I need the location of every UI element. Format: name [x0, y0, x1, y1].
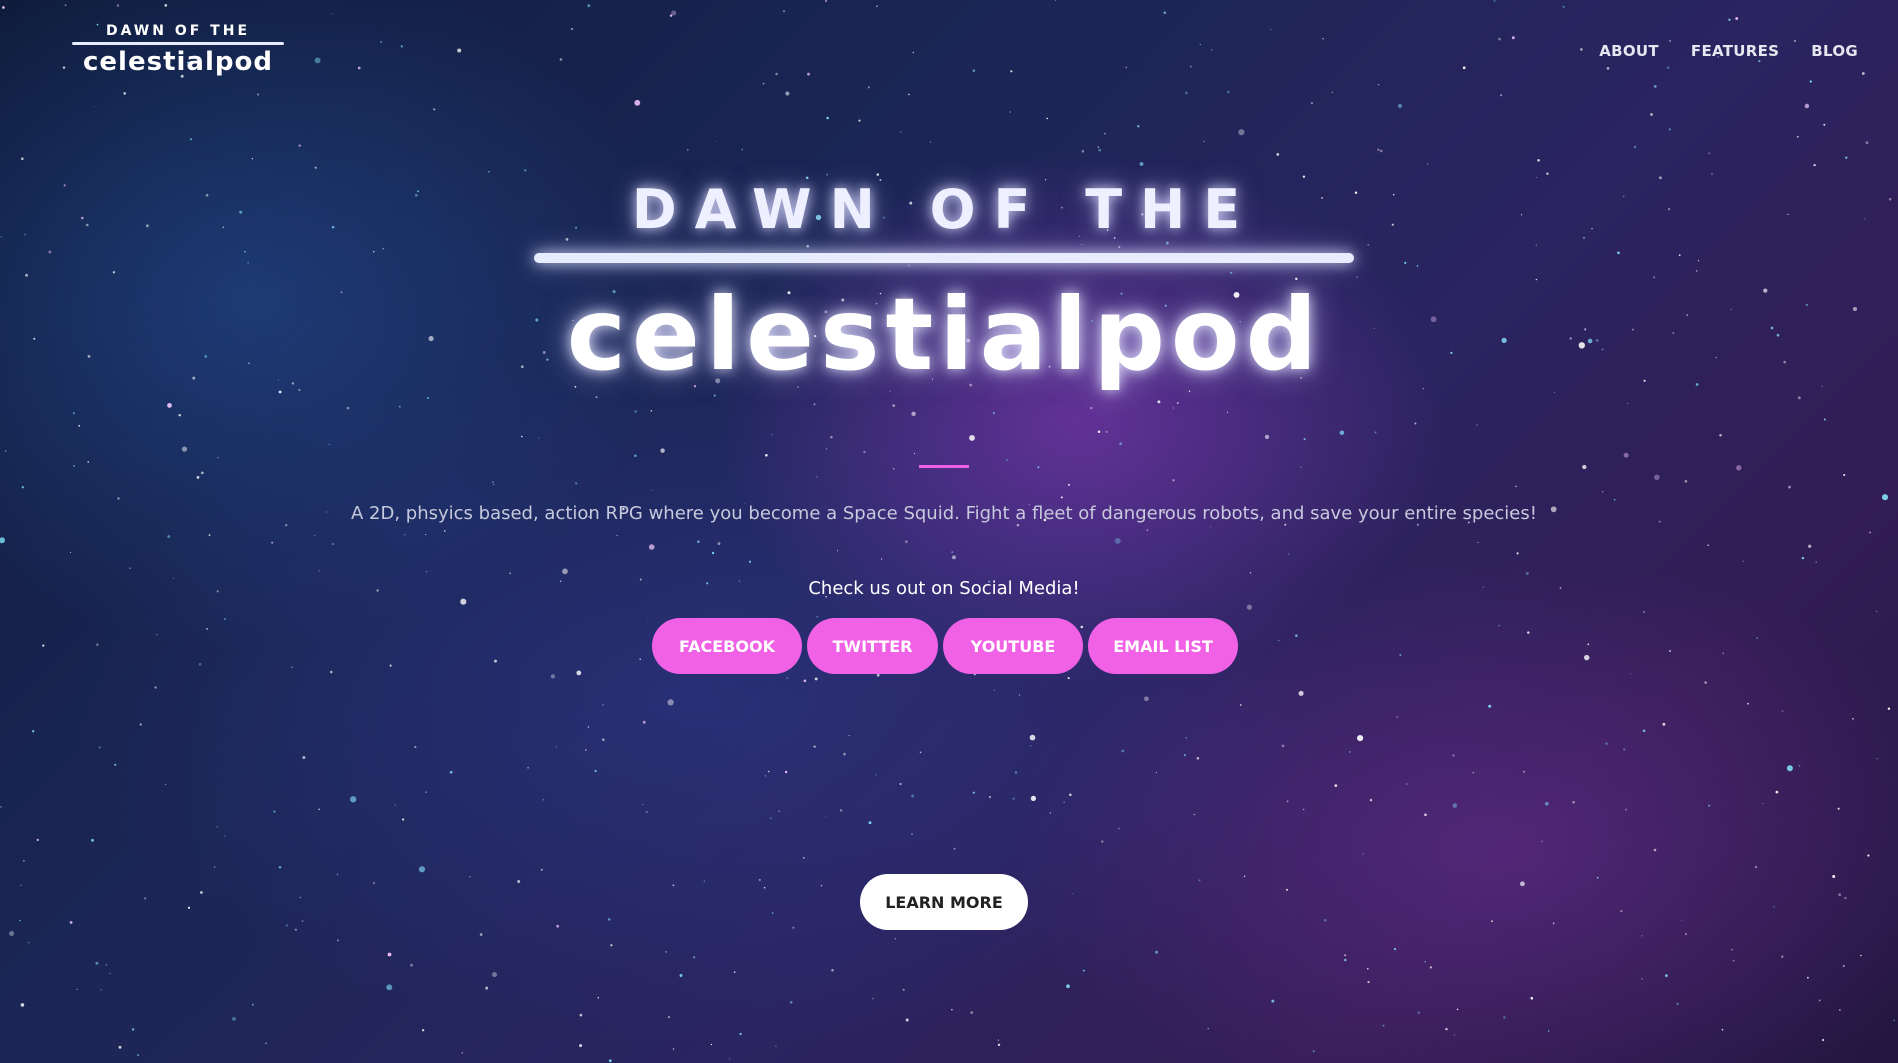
learn-more-button[interactable]: LEARN MORE: [860, 874, 1028, 930]
twitter-button[interactable]: TWITTER: [807, 618, 938, 674]
nav-link-about[interactable]: ABOUT: [1599, 42, 1659, 60]
youtube-button[interactable]: YOUTUBE: [943, 618, 1083, 674]
hero-title-bar: [534, 253, 1354, 263]
accent-divider: [919, 465, 969, 468]
logo-title-top: DAWN OF THE: [105, 23, 251, 39]
nav-link-features[interactable]: FEATURES: [1691, 42, 1779, 60]
main-nav: ABOUT FEATURES BLOG: [1599, 42, 1858, 60]
hero-title-logo: DAWN OF THE celestialpod: [480, 175, 1410, 391]
facebook-button[interactable]: FACEBOOK: [652, 618, 802, 674]
email-list-button[interactable]: EMAIL LIST: [1088, 618, 1238, 674]
site-logo[interactable]: DAWN OF THE celestialpod: [62, 22, 294, 80]
social-buttons: FACEBOOK TWITTER YOUTUBE EMAIL LIST: [652, 618, 1238, 674]
social-heading: Check us out on Social Media!: [808, 578, 1080, 599]
nav-link-blog[interactable]: BLOG: [1811, 42, 1858, 60]
hero-title-bottom: celestialpod: [566, 276, 1324, 393]
hero-title-top: DAWN OF THE: [631, 178, 1259, 241]
logo-divider-bar: [72, 42, 284, 45]
logo-title-bottom: celestialpod: [83, 47, 273, 77]
hero-tagline: A 2D, phsyics based, action RPG where yo…: [351, 503, 1537, 524]
